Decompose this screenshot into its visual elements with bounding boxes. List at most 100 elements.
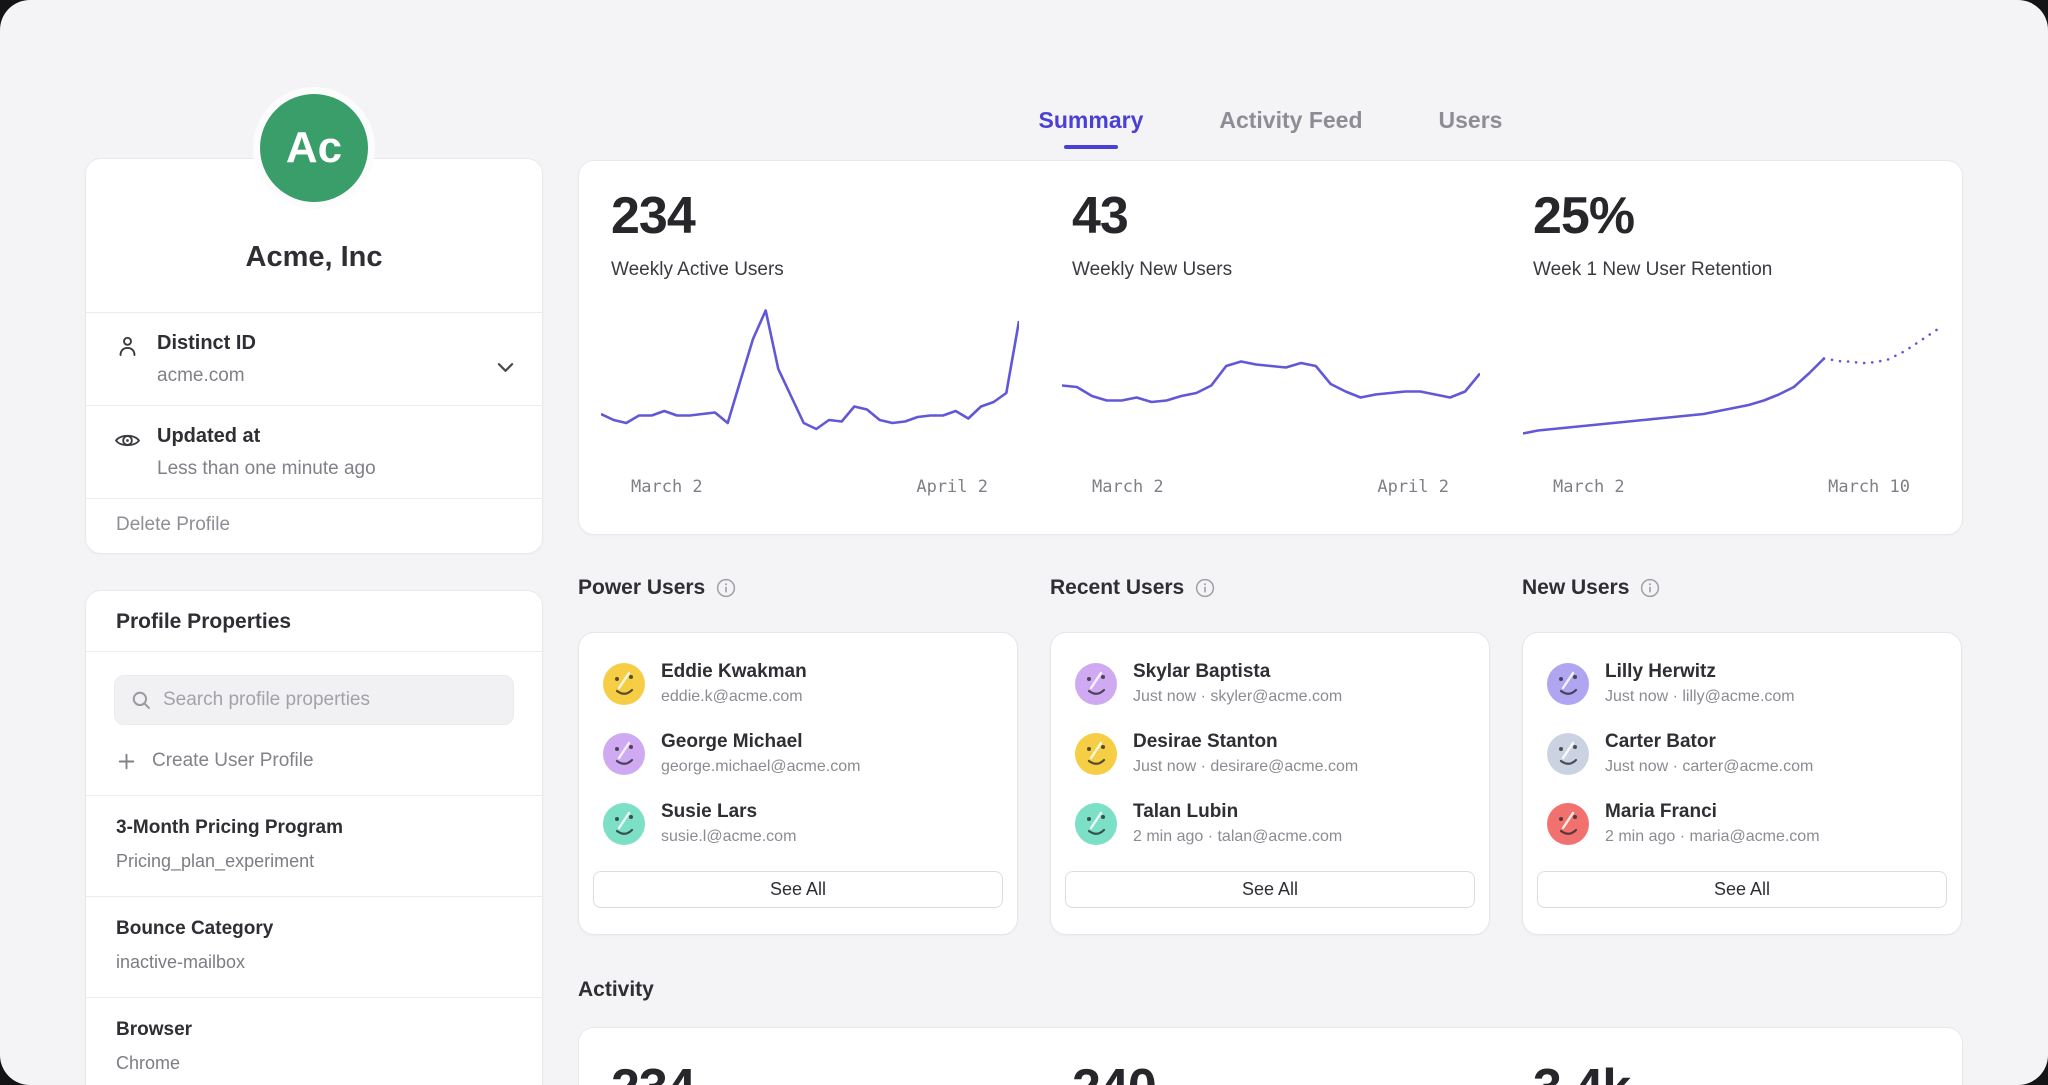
user-avatar	[1075, 663, 1117, 705]
eye-icon	[112, 425, 142, 455]
user-section: Power Users Eddie Kwakman eddie.k@acme.c…	[578, 572, 1018, 935]
activity-stat-value: 240	[1040, 1058, 1501, 1085]
profile-dashboard-page: Ac Acme, Inc Distinct ID acme.com	[0, 0, 2048, 1085]
user-list-item[interactable]: Talan Lubin 2 min ago · talan@acme.com	[1065, 801, 1475, 846]
profile-properties-search[interactable]	[114, 675, 514, 725]
avatar-face	[1075, 663, 1117, 705]
distinct-id-row: Distinct ID acme.com	[86, 312, 542, 405]
user-detail: eddie.k@acme.com	[661, 688, 807, 706]
user-list-item[interactable]: Lilly Herwitz Just now · lilly@acme.com	[1537, 661, 1947, 706]
retention-chart	[1523, 298, 1941, 464]
stat-label: Week 1 New User Retention	[1533, 259, 1962, 281]
user-avatar	[1547, 733, 1589, 775]
company-name: Acme, Inc	[246, 241, 383, 274]
user-list-item[interactable]: George Michael george.michael@acme.com	[593, 731, 1003, 776]
profile-properties-panel: Profile Properties Create User Profile	[85, 590, 543, 1085]
activity-stat-value: 234	[579, 1058, 1040, 1085]
info-icon[interactable]	[716, 578, 736, 598]
user-name: Maria Franci	[1605, 801, 1820, 823]
user-section: Recent Users Skylar Baptista Just now · …	[1050, 572, 1490, 935]
summary-tabs: Summary Activity Feed Users	[578, 107, 1963, 149]
user-section-head: Recent Users	[1050, 572, 1490, 604]
tab-activity-feed[interactable]: Activity Feed	[1219, 107, 1362, 149]
avatar-face	[1547, 663, 1589, 705]
user-list-item[interactable]: Eddie Kwakman eddie.k@acme.com	[593, 661, 1003, 706]
profile-card: Ac Acme, Inc Distinct ID acme.com	[85, 158, 543, 554]
user-list-item[interactable]: Maria Franci 2 min ago · maria@acme.com	[1537, 801, 1947, 846]
see-all-button[interactable]: See All	[1065, 871, 1475, 908]
user-detail: george.michael@acme.com	[661, 758, 860, 776]
user-card: Skylar Baptista Just now · skyler@acme.c…	[1050, 632, 1490, 935]
stat-week1-retention: 25% Week 1 New User Retention March 2 Ma…	[1501, 161, 1962, 534]
plus-icon	[116, 751, 137, 772]
weekly-active-users-chart	[601, 298, 1019, 464]
x-axis-end-label: April 2	[1377, 477, 1449, 497]
distinct-id-value: acme.com	[157, 365, 256, 387]
tab-users[interactable]: Users	[1439, 107, 1503, 149]
user-name: Desirae Stanton	[1133, 731, 1358, 753]
user-section: New Users Lilly Herwitz Just now · lilly…	[1522, 572, 1962, 935]
info-icon[interactable]	[1640, 578, 1660, 598]
user-section-head: New Users	[1522, 572, 1962, 604]
user-avatar	[1547, 803, 1589, 845]
user-avatar	[1075, 733, 1117, 775]
user-detail: 2 min ago · talan@acme.com	[1133, 828, 1342, 846]
info-icon[interactable]	[1195, 578, 1215, 598]
create-user-profile-button[interactable]: Create User Profile	[116, 750, 512, 772]
user-detail: 2 min ago · maria@acme.com	[1605, 828, 1820, 846]
search-input[interactable]	[163, 689, 498, 711]
avatar-face	[1547, 803, 1589, 845]
user-section-title: New Users	[1522, 576, 1629, 600]
x-axis-start-label: March 2	[1092, 477, 1164, 497]
user-list-item[interactable]: Susie Lars susie.l@acme.com	[593, 801, 1003, 846]
property-row: Bounce Category inactive-mailbox	[86, 896, 542, 997]
user-avatar	[1075, 803, 1117, 845]
user-detail: Just now · desirare@acme.com	[1133, 758, 1358, 776]
chart-x-axis: March 2 April 2	[631, 477, 988, 497]
see-all-button[interactable]: See All	[1537, 871, 1947, 908]
property-value: Chrome	[116, 1053, 512, 1074]
stat-value: 43	[1072, 186, 1501, 246]
avatar-face	[603, 803, 645, 845]
user-list-item[interactable]: Desirae Stanton Just now · desirare@acme…	[1065, 731, 1475, 776]
user-avatar	[603, 803, 645, 845]
user-section-title: Recent Users	[1050, 576, 1184, 600]
create-user-profile-label: Create User Profile	[152, 750, 314, 772]
avatar-face	[603, 733, 645, 775]
user-name: Talan Lubin	[1133, 801, 1342, 823]
x-axis-start-label: March 2	[631, 477, 703, 497]
user-detail: Just now · skyler@acme.com	[1133, 688, 1342, 706]
search-icon	[130, 689, 152, 711]
updated-at-label: Updated at	[157, 425, 376, 448]
stat-weekly-new-users: 43 Weekly New Users March 2 April 2	[1040, 161, 1501, 534]
see-all-button[interactable]: See All	[593, 871, 1003, 908]
stat-weekly-active-users: 234 Weekly Active Users March 2 April 2	[579, 161, 1040, 534]
x-axis-end-label: April 2	[916, 477, 988, 497]
user-list-item[interactable]: Carter Bator Just now · carter@acme.com	[1537, 731, 1947, 776]
user-name: Eddie Kwakman	[661, 661, 807, 683]
updated-at-value: Less than one minute ago	[157, 458, 376, 480]
activity-title: Activity	[578, 978, 1963, 1002]
property-value: Pricing_plan_experiment	[116, 851, 512, 872]
user-name: Skylar Baptista	[1133, 661, 1342, 683]
stat-label: Weekly New Users	[1072, 259, 1501, 281]
user-avatar	[603, 733, 645, 775]
avatar-face	[603, 663, 645, 705]
property-name: Bounce Category	[116, 918, 512, 940]
chart-x-axis: March 2 March 10	[1553, 477, 1910, 497]
tab-summary[interactable]: Summary	[1039, 107, 1144, 149]
property-row: Browser Chrome	[86, 997, 542, 1085]
avatar-face	[1075, 733, 1117, 775]
user-name: Carter Bator	[1605, 731, 1813, 753]
stat-value: 25%	[1533, 186, 1962, 246]
delete-profile-button[interactable]: Delete Profile	[86, 498, 542, 553]
person-icon	[112, 332, 142, 360]
user-detail: susie.l@acme.com	[661, 828, 796, 846]
stat-label: Weekly Active Users	[611, 259, 1040, 281]
user-list-item[interactable]: Skylar Baptista Just now · skyler@acme.c…	[1065, 661, 1475, 706]
chart-x-axis: March 2 April 2	[1092, 477, 1449, 497]
profile-properties-title: Profile Properties	[86, 591, 542, 652]
avatar-face	[1547, 733, 1589, 775]
activity-section: Activity 234 240 3.4k	[578, 978, 1963, 1085]
chevron-down-icon[interactable]	[495, 357, 516, 383]
